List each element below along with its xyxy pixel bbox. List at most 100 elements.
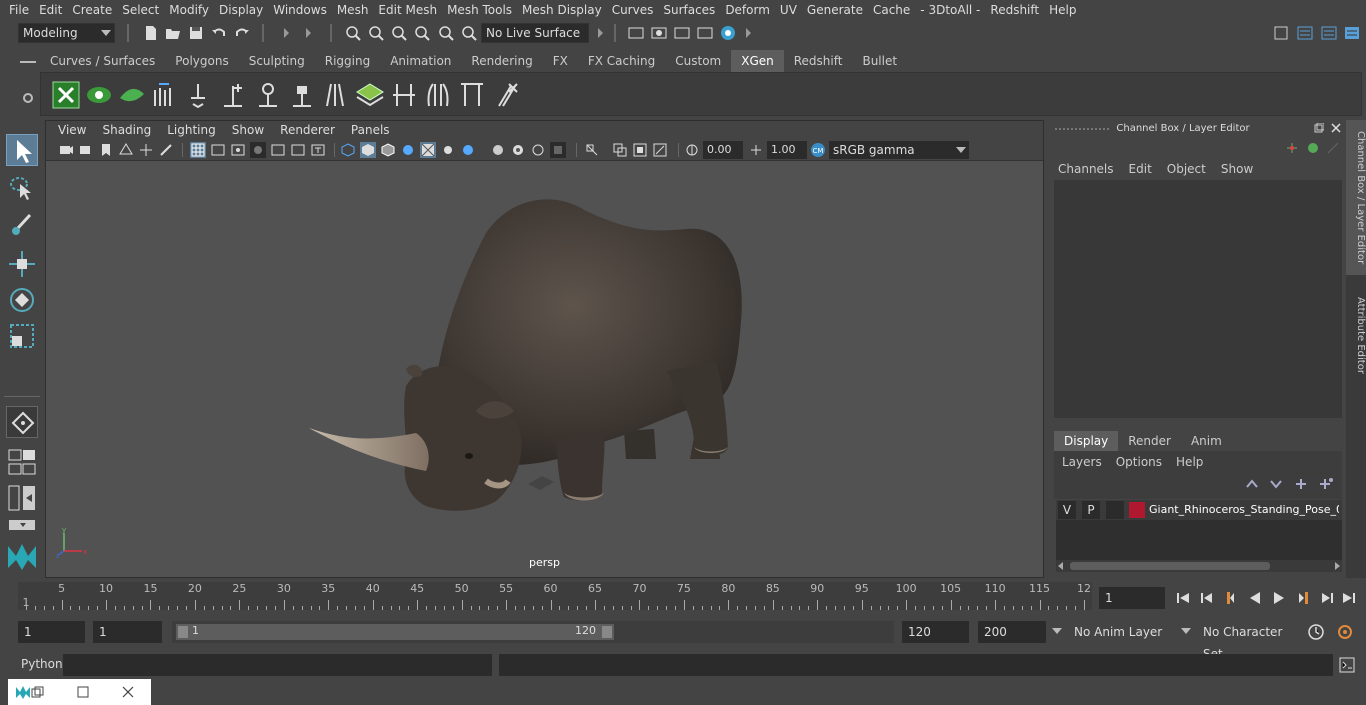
xgen-add-guide-icon[interactable] (218, 80, 248, 110)
character-set-dropdown[interactable]: No Character Set (1197, 621, 1297, 661)
undo-icon[interactable] (210, 24, 228, 42)
motion-blur-icon[interactable] (490, 142, 506, 158)
shelf-menu-icon[interactable] (20, 56, 36, 68)
smooth-shade-icon[interactable] (360, 142, 376, 158)
xgen-guide-length-icon[interactable] (321, 80, 351, 110)
rotate-tool[interactable] (6, 284, 38, 316)
manipulator-icon[interactable] (1285, 141, 1299, 155)
select-by-hierarchy-icon[interactable] (344, 24, 362, 42)
menu-modify[interactable]: Modify (164, 3, 214, 17)
menu-generate[interactable]: Generate (802, 3, 868, 17)
chevron-down-icon[interactable] (1181, 628, 1191, 634)
shadows-icon[interactable] (440, 142, 456, 158)
range-slider-handle[interactable]: 1 120 (176, 624, 614, 640)
gear-icon[interactable] (22, 92, 34, 104)
layout-outliner-button[interactable] (6, 482, 38, 514)
hyperbolic-icon[interactable] (1326, 141, 1340, 155)
render-settings-icon[interactable] (696, 24, 714, 42)
resolution-gate-icon[interactable] (230, 142, 246, 158)
command-language-label[interactable]: Python (21, 657, 63, 671)
shelf-tab-xgen[interactable]: XGen (731, 50, 784, 72)
use-all-lights-icon[interactable] (420, 142, 436, 158)
script-editor-icon[interactable] (1338, 656, 1356, 674)
hypershade-icon[interactable] (719, 24, 737, 42)
edit-menu[interactable]: Edit (1129, 162, 1152, 176)
gamma-icon[interactable] (748, 142, 764, 158)
exposure-field[interactable]: 0.00 (703, 141, 743, 159)
move-tool[interactable] (6, 248, 38, 280)
snap-to-grid-icon[interactable] (413, 24, 431, 42)
tab-display[interactable]: Display (1054, 431, 1119, 451)
play-forwards-icon[interactable] (1270, 589, 1288, 607)
shelf-tab-custom[interactable]: Custom (665, 50, 732, 72)
xgen-description-icon[interactable] (117, 80, 147, 110)
collapse-triangle-icon[interactable] (284, 28, 289, 38)
xgen-bend-icon[interactable] (423, 80, 453, 110)
menu-surfaces[interactable]: Surfaces (658, 3, 720, 17)
object-menu[interactable]: Object (1167, 162, 1206, 176)
scroll-left-icon[interactable] (1058, 562, 1063, 570)
go-to-end-icon[interactable] (1340, 589, 1358, 607)
field-chart-icon[interactable] (270, 142, 286, 158)
exposure-icon[interactable] (684, 142, 700, 158)
speed-icon[interactable] (1306, 141, 1320, 155)
render-frame-icon[interactable] (627, 24, 645, 42)
open-scene-icon[interactable] (164, 24, 182, 42)
textured-icon[interactable] (400, 142, 416, 158)
menu-mesh-display[interactable]: Mesh Display (517, 3, 607, 17)
render-sequence-icon[interactable] (650, 24, 668, 42)
layer-visibility-toggle[interactable]: V (1058, 501, 1076, 519)
xgen-editor-icon[interactable] (51, 80, 81, 110)
safe-action-icon[interactable] (290, 142, 306, 158)
2d-pan-zoom-icon[interactable] (138, 142, 154, 158)
xray-icon[interactable] (584, 142, 600, 158)
xgen-lock-guide-icon[interactable] (287, 80, 317, 110)
collapse-triangle-icon[interactable] (746, 28, 751, 38)
shelf-tab-curves-surfaces[interactable]: Curves / Surfaces (40, 50, 166, 72)
xgen-select-guide-icon[interactable] (253, 80, 283, 110)
time-slider[interactable]: 5 10 15 20 25 30 35 40 45 50 55 60 65 70 75 80 85 90 95 100… (18, 582, 1092, 610)
step-back-icon[interactable] (1198, 589, 1216, 607)
tab-anim[interactable]: Anim (1181, 431, 1232, 451)
menu-curves[interactable]: Curves (607, 3, 659, 17)
play-backwards-icon[interactable] (1246, 589, 1264, 607)
camera-lock-icon[interactable] (78, 142, 94, 158)
paint-select-tool[interactable] (6, 210, 38, 242)
grid-icon[interactable] (190, 142, 206, 158)
workspace-icon[interactable] (1272, 24, 1290, 42)
tab-attribute-editor[interactable]: Attribute Editor (1346, 280, 1366, 390)
select-by-object-icon[interactable] (390, 24, 408, 42)
gamma-field[interactable]: 1.00 (767, 141, 807, 159)
shelf-tab-rendering[interactable]: Rendering (461, 50, 543, 72)
viewport-menu-panels[interactable]: Panels (343, 123, 398, 137)
film-gate-icon[interactable] (210, 142, 226, 158)
go-to-start-icon[interactable] (1174, 589, 1192, 607)
chevron-down-icon[interactable] (1052, 628, 1062, 634)
isolate-select-icon[interactable] (550, 142, 566, 158)
layer-type-toggle[interactable] (1106, 501, 1124, 519)
layout-single-button[interactable] (6, 448, 38, 480)
mode-dropdown[interactable]: Modeling (18, 23, 115, 43)
xray-joints-icon[interactable] (612, 142, 628, 158)
backface-culling-icon[interactable] (652, 142, 668, 158)
snap-to-curve-icon[interactable] (437, 24, 455, 42)
shelf-tab-rigging[interactable]: Rigging (314, 50, 381, 72)
shelf-tab-fx-caching[interactable]: FX Caching (577, 50, 666, 72)
viewport-menu-lighting[interactable]: Lighting (159, 123, 224, 137)
gate-mask-icon[interactable] (250, 142, 266, 158)
range-end-handle[interactable] (602, 626, 612, 638)
menu-3dtoall[interactable]: - 3DtoAll - (915, 3, 985, 17)
toggle-channel-box-icon[interactable] (1343, 24, 1361, 42)
menu-display[interactable]: Display (214, 3, 268, 17)
tab-render[interactable]: Render (1118, 431, 1181, 451)
xgen-groom-icon[interactable] (149, 80, 179, 110)
ipr-render-icon[interactable] (673, 24, 691, 42)
xgen-guide-shape-icon[interactable] (457, 80, 487, 110)
menu-file[interactable]: File (4, 3, 34, 17)
screen-space-ao-icon[interactable] (460, 142, 476, 158)
layers-menu[interactable]: Layers (1062, 455, 1102, 469)
new-scene-icon[interactable] (142, 24, 160, 42)
menu-mesh[interactable]: Mesh (332, 3, 374, 17)
xray-components-icon[interactable] (632, 142, 648, 158)
redo-icon[interactable] (233, 24, 251, 42)
